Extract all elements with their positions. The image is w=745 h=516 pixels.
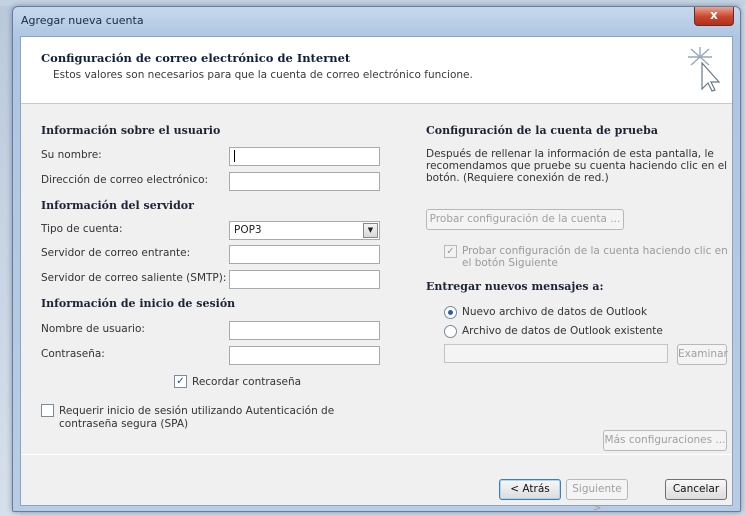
- chevron-down-icon[interactable]: ▼: [363, 223, 378, 238]
- next-button[interactable]: Siguiente >: [566, 479, 628, 514]
- cancel-button[interactable]: Cancelar: [665, 479, 727, 500]
- test-settings-heading: Configuración de la cuenta de prueba: [426, 124, 658, 137]
- back-button[interactable]: < Atrás: [499, 479, 561, 500]
- email-label: Dirección de correo electrónico:: [41, 174, 209, 186]
- header-title: Configuración de correo electrónico de I…: [41, 51, 351, 65]
- test-account-button[interactable]: Probar configuración de la cuenta ...: [426, 209, 624, 230]
- account-type-label: Tipo de cuenta:: [41, 223, 123, 235]
- incoming-server-input[interactable]: [229, 245, 380, 264]
- remember-password-checkbox[interactable]: ✓: [174, 375, 187, 388]
- auto-test-label-line2: el botón Siguiente: [462, 257, 558, 269]
- password-label: Contraseña:: [41, 348, 105, 360]
- checkmark-icon: ✓: [446, 246, 455, 257]
- password-input[interactable]: [229, 346, 380, 365]
- login-info-heading: Información de inicio de sesión: [41, 297, 236, 310]
- outgoing-server-input[interactable]: [229, 270, 380, 289]
- outgoing-server-label: Servidor de correo saliente (SMTP):: [41, 272, 227, 284]
- account-type-value: POP3: [234, 224, 262, 236]
- spa-label-line1: Requerir inicio de sesión utilizando Aut…: [59, 405, 335, 417]
- dialog-content: Configuración de correo electrónico de I…: [20, 36, 733, 514]
- incoming-server-label: Servidor de correo entrante:: [41, 247, 191, 259]
- close-icon: x: [710, 8, 718, 22]
- new-data-file-label: Nuevo archivo de datos de Outlook: [462, 306, 648, 318]
- name-label: Su nombre:: [41, 149, 102, 161]
- server-info-heading: Información del servidor: [41, 199, 194, 212]
- new-data-file-radio[interactable]: [444, 306, 457, 319]
- existing-data-file-label: Archivo de datos de Outlook existente: [462, 325, 663, 337]
- auto-test-label-line1: Probar configuración de la cuenta hacien…: [462, 245, 728, 257]
- checkmark-icon: ✓: [176, 376, 185, 387]
- text-caret: [234, 150, 235, 162]
- close-button[interactable]: x: [694, 7, 734, 26]
- header-subtitle: Estos valores son necesarios para que la…: [53, 69, 473, 81]
- spa-label-line2: contraseña segura (SPA): [59, 418, 189, 430]
- cursor-sparkle-icon: [688, 47, 721, 92]
- add-account-dialog: Agregar nueva cuenta x Configuración de …: [12, 6, 741, 514]
- username-label: Nombre de usuario:: [41, 323, 145, 335]
- auto-test-checkbox[interactable]: ✓: [444, 245, 457, 258]
- browse-button[interactable]: Examinar: [677, 344, 728, 365]
- test-desc-line2: recomendamos que pruebe su cuenta hacien…: [426, 160, 728, 172]
- remember-password-label: Recordar contraseña: [192, 376, 302, 388]
- deliver-heading: Entregar nuevos mensajes a:: [426, 280, 604, 293]
- dialog-header: Configuración de correo electrónico de I…: [21, 37, 732, 104]
- title-bar[interactable]: Agregar nueva cuenta x: [13, 7, 740, 37]
- user-info-heading: Información sobre el usuario: [41, 124, 221, 137]
- test-desc-line1: Después de rellenar la información de es…: [426, 148, 714, 160]
- email-input[interactable]: [229, 172, 380, 191]
- window-title: Agregar nueva cuenta: [21, 14, 144, 27]
- existing-data-file-path[interactable]: [444, 344, 668, 363]
- more-settings-button[interactable]: Más configuraciones ...: [603, 430, 727, 451]
- spa-checkbox[interactable]: [41, 404, 54, 417]
- name-input[interactable]: [229, 147, 380, 166]
- username-input[interactable]: [229, 321, 380, 340]
- footer-divider: [21, 454, 732, 455]
- account-type-select[interactable]: POP3 ▼: [229, 221, 380, 240]
- existing-data-file-radio[interactable]: [444, 325, 457, 338]
- test-desc-line3: botón. (Requiere conexión de red.): [426, 172, 609, 184]
